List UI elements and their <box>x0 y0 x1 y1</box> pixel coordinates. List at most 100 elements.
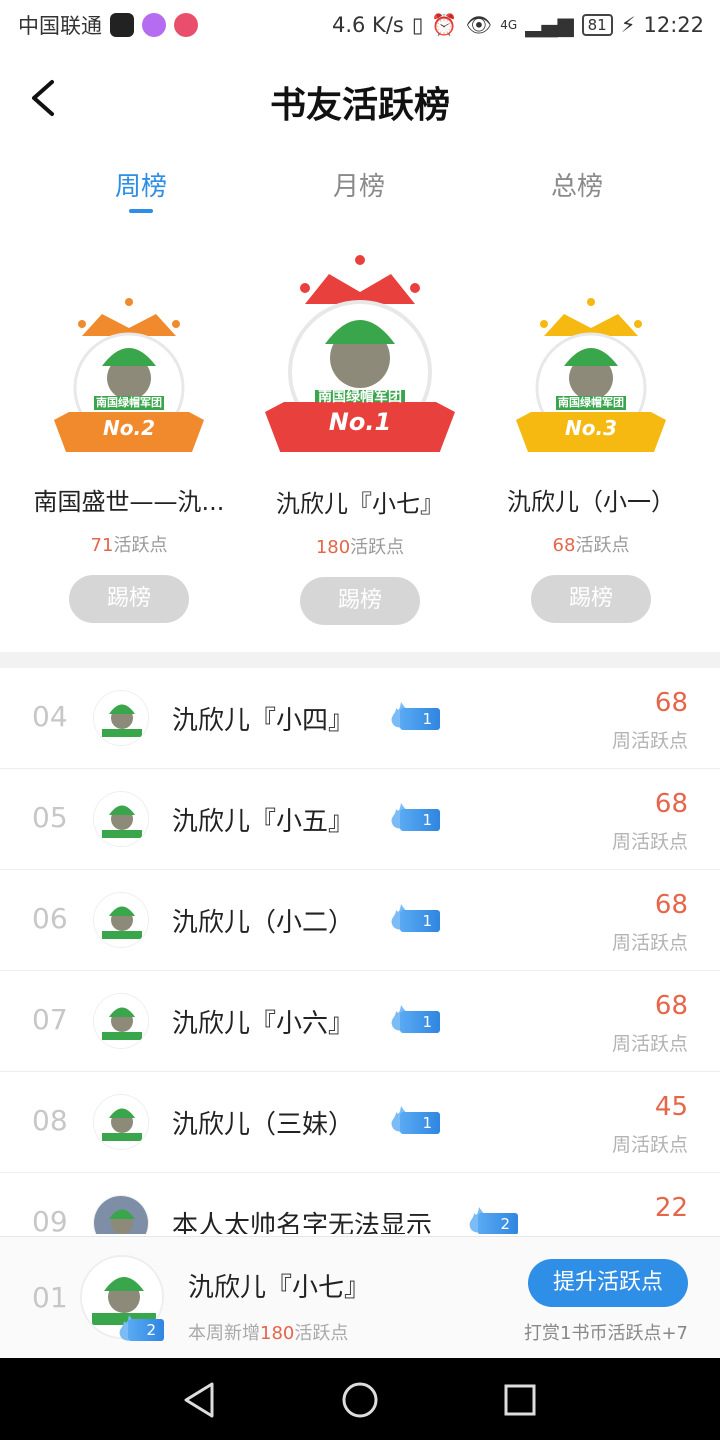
page-title: 书友活跃榜 <box>269 85 450 126</box>
avatar[interactable] <box>93 1094 149 1150</box>
app-notification-icon <box>174 13 198 37</box>
user-name: 氿欣儿『小六』 <box>172 1009 355 1039</box>
my-rank: 01 <box>32 1281 68 1314</box>
avatar[interactable] <box>93 791 149 847</box>
points-suffix: 活跃点 <box>350 537 405 558</box>
podium-name-first: 氿欣儿『小七』 <box>276 490 444 518</box>
status-bar: 中国联通 4.6 K/s ▯ ⏰ 👁 4G ▂▄▆ 81 ⚡ 12:22 <box>0 0 720 50</box>
user-name: 本人太帅名字无法显示 <box>172 1211 433 1234</box>
level-badge: 2 <box>466 1207 518 1234</box>
activity-value: 22 <box>654 1193 688 1223</box>
system-nav-bar <box>0 1358 720 1440</box>
kick-button-third[interactable]: 踢榜 <box>531 575 651 623</box>
level-badge: 1 <box>388 702 440 730</box>
tab-bar: 周榜 月榜 总榜 <box>0 160 720 220</box>
level-value: 1 <box>400 708 440 730</box>
section-divider <box>0 652 720 668</box>
activity-value: 45 <box>654 1092 688 1122</box>
podium-name-second: 南国盛世——氿... <box>33 488 225 516</box>
list-item[interactable]: 06 氿欣儿（小二） 1 68 周活跃点 <box>0 870 720 971</box>
podium-first: No.1 南国绿帽军团 氿欣儿『小七』 180活跃点 踢榜 <box>250 254 470 625</box>
my-rank-bar: 01 2 氿欣儿『小七』 本周新增180活跃点 提升活跃点 打赏1书币活跃点+7 <box>0 1236 720 1358</box>
sub-value: 180 <box>260 1323 295 1344</box>
podium-second: No.2 南国绿帽军团 南国盛世——氿... 71活跃点 踢榜 <box>14 296 244 623</box>
user-name: 氿欣儿『小四』 <box>172 706 355 736</box>
vibrate-icon: ▯ <box>411 13 424 37</box>
my-name: 氿欣儿『小七』 <box>188 1273 371 1303</box>
rank-badge-second[interactable]: No.2 南国绿帽军团 <box>54 296 204 476</box>
points-value: 68 <box>552 535 576 556</box>
alarm-icon: ⏰ <box>431 12 458 37</box>
level-value: 2 <box>478 1213 518 1234</box>
tab-total[interactable]: 总榜 <box>507 166 647 203</box>
user-name: 氿欣儿『小五』 <box>172 807 355 837</box>
rank-badge-third[interactable]: No.3 南国绿帽军团 <box>516 296 666 476</box>
rank-badge-first[interactable]: No.1 南国绿帽军团 <box>265 254 455 476</box>
video-app-icon <box>142 13 166 37</box>
level-badge: 1 <box>388 1106 440 1134</box>
level-value: 1 <box>400 809 440 831</box>
rank-number: 09 <box>32 1205 68 1234</box>
kick-button-second[interactable]: 踢榜 <box>69 575 189 623</box>
points-suffix: 活跃点 <box>113 535 168 556</box>
boost-activity-button[interactable]: 提升活跃点 <box>528 1259 688 1307</box>
charging-icon: ⚡ <box>620 13 636 37</box>
avatar[interactable] <box>93 993 149 1049</box>
user-name: 氿欣儿（三妹） <box>172 1110 355 1140</box>
rank-number: 04 <box>32 700 68 733</box>
rank-number: 06 <box>32 902 68 935</box>
list-item[interactable]: 05 氿欣儿『小五』 1 68 周活跃点 <box>0 769 720 870</box>
recents-square-icon[interactable] <box>500 1380 540 1420</box>
rank-label-third: No.3 <box>565 416 617 440</box>
clock: 12:22 <box>643 13 704 37</box>
activity-value: 68 <box>654 890 688 920</box>
activity-label: 周活跃点 <box>611 730 688 752</box>
ranking-list[interactable]: 04 氿欣儿『小四』 1 68 周活跃点 05 氿欣儿『小五』 1 68 周活跃点 06 氿欣儿（小二… <box>0 668 720 1234</box>
sub-prefix: 本周新增 <box>188 1323 260 1344</box>
battery-icon: 81 <box>581 14 613 36</box>
network-type: 4G <box>500 18 518 32</box>
podium-third: No.3 南国绿帽军团 氿欣儿（小一） 68活跃点 踢榜 <box>476 296 706 623</box>
activity-label: 周活跃点 <box>611 1134 688 1156</box>
level-value: 1 <box>400 1011 440 1033</box>
group-text-third: 南国绿帽军团 <box>558 396 624 409</box>
rank-label-second: No.2 <box>103 416 155 440</box>
avatar-image <box>94 1095 148 1149</box>
points-value: 180 <box>315 537 351 558</box>
rank-label-first: No.1 <box>328 408 392 436</box>
tab-indicator <box>129 209 153 213</box>
avatar[interactable] <box>93 892 149 948</box>
tab-weekly[interactable]: 周榜 <box>71 166 211 203</box>
rank-number: 08 <box>32 1104 68 1137</box>
podium-points-third: 68活跃点 <box>476 531 706 557</box>
level-badge: 1 <box>388 803 440 831</box>
tiktok-icon <box>110 13 134 37</box>
header: 书友活跃榜 <box>0 50 720 146</box>
kick-button-first[interactable]: 踢榜 <box>300 577 420 625</box>
list-item[interactable]: 08 氿欣儿（三妹） 1 45 周活跃点 <box>0 1072 720 1173</box>
rank-number: 05 <box>32 801 68 834</box>
list-item[interactable]: 09本人太帅名字无法显示222周活跃点 <box>0 1173 720 1234</box>
back-triangle-icon[interactable] <box>180 1380 220 1420</box>
list-item[interactable]: 07 氿欣儿『小六』 1 68 周活跃点 <box>0 971 720 1072</box>
avatar-image <box>94 994 148 1048</box>
avatar[interactable] <box>93 690 149 746</box>
podium-points-first: 180活跃点 <box>250 533 470 559</box>
top-three-podium: No.2 南国绿帽军团 南国盛世——氿... 71活跃点 踢榜 No.1 南国绿… <box>0 240 720 650</box>
activity-value: 68 <box>654 991 688 1021</box>
carrier-label: 中国联通 <box>18 14 102 38</box>
home-circle-icon[interactable] <box>340 1380 380 1420</box>
avatar-image <box>94 1196 148 1234</box>
avatar[interactable] <box>93 1195 149 1234</box>
podium-name-third: 氿欣儿（小一） <box>507 488 675 516</box>
level-badge: 1 <box>388 1005 440 1033</box>
level-value: 2 <box>128 1319 164 1341</box>
level-badge: 2 <box>116 1315 164 1341</box>
list-item[interactable]: 04 氿欣儿『小四』 1 68 周活跃点 <box>0 668 720 769</box>
tab-monthly[interactable]: 月榜 <box>289 166 429 203</box>
eye-icon: 👁 <box>465 12 493 37</box>
points-suffix: 活跃点 <box>575 535 630 556</box>
group-text-first: 南国绿帽军团 <box>318 389 402 405</box>
activity-label: 周活跃点 <box>611 932 688 954</box>
activity-value: 68 <box>654 789 688 819</box>
